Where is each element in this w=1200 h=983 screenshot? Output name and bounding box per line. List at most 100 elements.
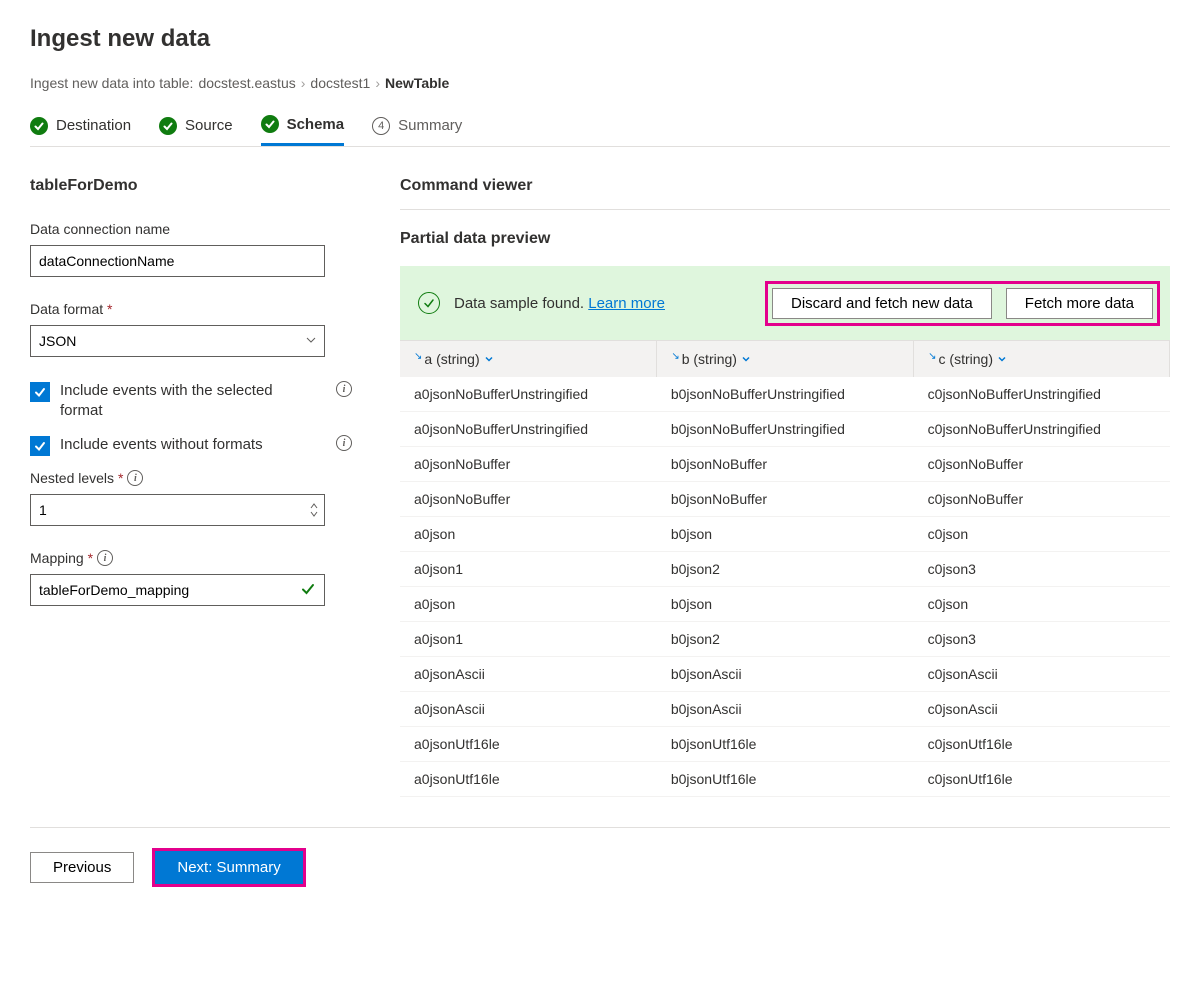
chevron-down-icon (484, 351, 494, 367)
info-icon[interactable]: i (127, 470, 143, 486)
learn-more-link[interactable]: Learn more (588, 295, 665, 312)
table-cell: a0json1 (400, 622, 657, 657)
table-cell: c0jsonNoBuffer (914, 447, 1170, 482)
table-cell: a0jsonUtf16le (400, 727, 657, 762)
data-format-label: Data format * (30, 301, 360, 317)
table-cell: b0jsonNoBuffer (657, 447, 914, 482)
mapping-label: Mapping * i (30, 550, 360, 566)
table-cell: a0json1 (400, 552, 657, 587)
table-row[interactable]: a0jsonb0jsonc0json (400, 517, 1170, 552)
data-format-select[interactable] (30, 325, 325, 357)
schema-sidebar: tableForDemo Data connection name Data f… (30, 177, 360, 797)
breadcrumb-prefix: Ingest new data into table: (30, 75, 193, 91)
check-icon (261, 115, 279, 133)
table-cell: a0json (400, 587, 657, 622)
table-row[interactable]: a0jsonUtf16leb0jsonUtf16lec0jsonUtf16le (400, 727, 1170, 762)
table-cell: c0jsonNoBufferUnstringified (914, 412, 1170, 447)
highlighted-next: Next: Summary (152, 848, 305, 887)
table-row[interactable]: a0jsonNoBufferUnstringifiedb0jsonNoBuffe… (400, 412, 1170, 447)
table-cell: b0jsonAscii (657, 657, 914, 692)
step-label: Summary (398, 117, 462, 134)
fetch-more-button[interactable]: Fetch more data (1006, 288, 1153, 319)
checkbox-label: Include events with the selected format (60, 381, 295, 421)
discard-fetch-button[interactable]: Discard and fetch new data (772, 288, 992, 319)
table-row[interactable]: a0jsonNoBufferb0jsonNoBufferc0jsonNoBuff… (400, 482, 1170, 517)
table-cell: a0jsonNoBuffer (400, 482, 657, 517)
table-cell: c0json3 (914, 622, 1170, 657)
wizard-footer: Previous Next: Summary (30, 827, 1170, 887)
connection-name-label: Data connection name (30, 221, 360, 237)
step-schema[interactable]: Schema (261, 115, 345, 146)
table-cell: c0jsonUtf16le (914, 762, 1170, 797)
table-cell: c0jsonAscii (914, 657, 1170, 692)
step-destination[interactable]: Destination (30, 117, 131, 145)
table-cell: b0json (657, 517, 914, 552)
include-selected-format-checkbox[interactable] (30, 382, 50, 402)
table-cell: b0jsonAscii (657, 692, 914, 727)
table-cell: a0json (400, 517, 657, 552)
command-viewer-title[interactable]: Command viewer (400, 177, 1170, 210)
table-cell: b0jsonNoBufferUnstringified (657, 377, 914, 412)
table-cell: a0jsonUtf16le (400, 762, 657, 797)
column-header-c[interactable]: ↘c (string) (914, 341, 1170, 377)
nested-levels-label: Nested levels * i (30, 470, 360, 486)
table-cell: b0jsonUtf16le (657, 727, 914, 762)
connection-name-input[interactable] (30, 245, 325, 277)
step-source[interactable]: Source (159, 117, 233, 145)
table-cell: c0jsonAscii (914, 692, 1170, 727)
table-cell: a0jsonNoBufferUnstringified (400, 412, 657, 447)
table-cell: b0json (657, 587, 914, 622)
table-cell: c0jsonUtf16le (914, 727, 1170, 762)
main-panel: Command viewer Partial data preview Data… (400, 177, 1170, 797)
table-cell: c0json (914, 517, 1170, 552)
chevron-right-icon: › (375, 75, 380, 91)
step-label: Schema (287, 116, 345, 133)
wizard-steps: Destination Source Schema 4 Summary (30, 115, 1170, 147)
alert-text: Data sample found. Learn more (454, 295, 665, 312)
next-summary-button[interactable]: Next: Summary (155, 851, 302, 884)
table-row[interactable]: a0jsonAsciib0jsonAsciic0jsonAscii (400, 657, 1170, 692)
column-type-icon: ↘ (928, 351, 936, 362)
step-summary[interactable]: 4 Summary (372, 117, 462, 145)
chevron-down-icon (741, 351, 751, 367)
partial-preview-title: Partial data preview (400, 230, 1170, 248)
table-row[interactable]: a0json1b0json2c0json3 (400, 552, 1170, 587)
page-title: Ingest new data (30, 25, 1170, 53)
chevron-right-icon: › (301, 75, 306, 91)
breadcrumb-item-table[interactable]: NewTable (385, 75, 449, 91)
column-header-a[interactable]: ↘a (string) (400, 341, 657, 377)
data-sample-alert: Data sample found. Learn more Discard an… (400, 266, 1170, 340)
table-row[interactable]: a0jsonAsciib0jsonAsciic0jsonAscii (400, 692, 1170, 727)
column-type-icon: ↘ (414, 351, 422, 362)
table-row[interactable]: a0json1b0json2c0json3 (400, 622, 1170, 657)
breadcrumb-item-database[interactable]: docstest1 (310, 75, 370, 91)
mapping-select[interactable] (30, 574, 325, 606)
nested-levels-spinner[interactable] (30, 494, 325, 526)
table-row[interactable]: a0jsonNoBufferb0jsonNoBufferc0jsonNoBuff… (400, 447, 1170, 482)
breadcrumb-item-cluster[interactable]: docstest.eastus (198, 75, 295, 91)
spinner-buttons-icon[interactable] (309, 502, 319, 518)
table-row[interactable]: a0jsonb0jsonc0json (400, 587, 1170, 622)
table-cell: b0jsonNoBufferUnstringified (657, 412, 914, 447)
table-cell: a0jsonAscii (400, 657, 657, 692)
table-cell: a0jsonNoBuffer (400, 447, 657, 482)
column-type-icon: ↘ (671, 351, 679, 362)
table-row[interactable]: a0jsonUtf16leb0jsonUtf16lec0jsonUtf16le (400, 762, 1170, 797)
table-cell: b0jsonNoBuffer (657, 482, 914, 517)
table-row[interactable]: a0jsonNoBufferUnstringifiedb0jsonNoBuffe… (400, 377, 1170, 412)
table-cell: a0jsonAscii (400, 692, 657, 727)
info-icon[interactable]: i (336, 435, 352, 451)
success-icon (418, 292, 440, 314)
include-without-formats-checkbox[interactable] (30, 436, 50, 456)
include-selected-format-checkbox-row: Include events with the selected format … (30, 381, 360, 421)
breadcrumb: Ingest new data into table: docstest.eas… (30, 75, 1170, 91)
check-icon (30, 117, 48, 135)
highlighted-buttons: Discard and fetch new data Fetch more da… (765, 281, 1160, 326)
table-cell: c0json3 (914, 552, 1170, 587)
info-icon[interactable]: i (97, 550, 113, 566)
info-icon[interactable]: i (336, 381, 352, 397)
column-header-b[interactable]: ↘b (string) (657, 341, 914, 377)
previous-button[interactable]: Previous (30, 852, 134, 883)
table-cell: c0json (914, 587, 1170, 622)
table-cell: a0jsonNoBufferUnstringified (400, 377, 657, 412)
